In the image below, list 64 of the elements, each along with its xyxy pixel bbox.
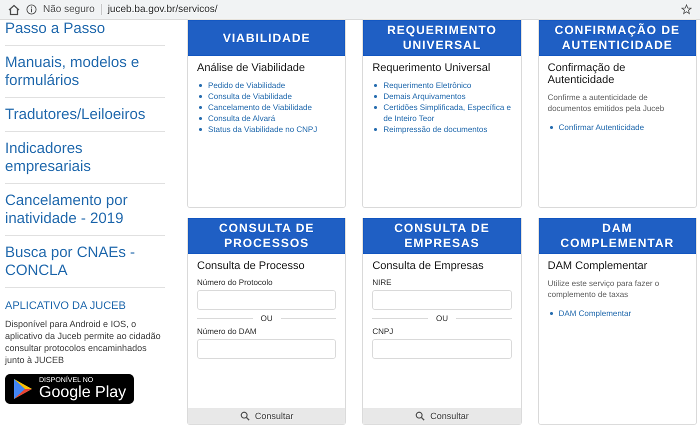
service-link[interactable]: Cancelamento de Viabilidade	[208, 102, 312, 113]
app-description: Disponível para Android e IOS, o aplicativo da Juceb permite ao cidadão consultar protocolos encaminhados junto à JUCEB	[5, 318, 162, 366]
input-field[interactable]	[197, 290, 336, 310]
card-header: VIABILIDADE	[188, 20, 346, 56]
service-link[interactable]: DAM Complementar	[558, 308, 632, 319]
sidebar-link[interactable]: Manuais, modelos e formulários	[5, 54, 165, 98]
service-link[interactable]: Consulta de Viabilidade	[208, 91, 292, 102]
bullet-icon	[374, 95, 378, 98]
card-header: DAM COMPLEMENTAR	[538, 218, 696, 254]
info-icon[interactable]	[26, 4, 37, 15]
bullet-icon	[374, 128, 378, 131]
bullet-icon	[199, 117, 202, 120]
service-link[interactable]: Confirmar Autenticidade	[558, 122, 644, 133]
bullet-icon	[374, 106, 378, 109]
card-title: Análise de Viabilidade	[197, 62, 306, 74]
home-icon[interactable]	[8, 4, 20, 16]
play-triangle-icon	[13, 378, 33, 400]
sidebar-link[interactable]: Passo a Passo	[5, 20, 165, 46]
field-label: NIRE	[372, 278, 392, 287]
sidebar-link[interactable]: Indicadores empresariais	[5, 140, 165, 184]
card-title: DAM Complementar	[548, 260, 648, 272]
sidebar-link[interactable]: Tradutores/Leiloeiros	[5, 106, 165, 132]
card-title: Confirmação de Autenticidade	[548, 62, 626, 86]
bullet-icon	[374, 84, 378, 87]
card-description: Confirme a autenticidade de documentos emitidos pela Juceb	[548, 92, 666, 114]
bullet-icon	[199, 128, 202, 131]
url-field[interactable]: juceb.ba.gov.br/servicos/	[108, 4, 675, 15]
star-icon[interactable]	[681, 4, 692, 15]
security-label: Não seguro	[43, 4, 102, 15]
input-field[interactable]	[197, 339, 336, 359]
service-link[interactable]: Status da Viabilidade no CNPJ	[208, 124, 318, 135]
search-button[interactable]: Consultar	[188, 408, 346, 424]
bullet-icon	[550, 126, 553, 129]
card-header: CONFIRMAÇÃO DE AUTENTICIDADE	[538, 20, 696, 56]
bullet-icon	[199, 106, 202, 109]
service-link[interactable]: Requerimento Eletrônico	[383, 80, 472, 91]
separator-label: OU	[436, 314, 448, 323]
field-label: Número do Protocolo	[197, 278, 274, 287]
bullet-icon	[199, 84, 202, 87]
search-button[interactable]: Consultar	[363, 408, 521, 424]
card-header: CONSULTA DE PROCESSOS	[188, 218, 346, 254]
service-link[interactable]: Demais Arquivamentos	[383, 91, 466, 102]
app-section-title: APLICATIVO DA JUCEB	[5, 300, 127, 312]
sidebar-link[interactable]: Busca por CNAEs - CONCLA	[5, 244, 165, 288]
card-title: Requerimento Universal	[372, 62, 492, 74]
bullet-icon	[199, 95, 202, 98]
service-link[interactable]: Pedido de Viabilidade	[208, 80, 286, 91]
field-label: CNPJ	[372, 327, 394, 336]
card-description: Utilize este serviço para fazer o complemento de taxas	[548, 278, 660, 300]
card-title: Consulta de Empresas	[372, 260, 485, 272]
card-header: CONSULTA DE EMPRESAS	[363, 218, 521, 254]
search-icon	[415, 411, 426, 421]
card-title: Consulta de Processo	[197, 260, 306, 272]
sidebar-link[interactable]: Cancelamento por inatividade - 2019	[5, 192, 165, 236]
input-field[interactable]	[372, 290, 512, 310]
service-link[interactable]: Reimpressão de documentos	[383, 124, 488, 135]
input-field[interactable]	[372, 339, 512, 359]
search-icon	[240, 411, 250, 421]
bullet-icon	[550, 312, 553, 315]
field-label: Número do DAM	[197, 327, 258, 336]
service-link[interactable]: Certidões Simplificada, Específica e de Inteiro Teor	[383, 102, 512, 124]
service-link[interactable]: Consulta de Alvará	[208, 113, 276, 124]
card-header: REQUERIMENTO UNIVERSAL	[363, 20, 521, 56]
separator-label: OU	[260, 314, 273, 323]
